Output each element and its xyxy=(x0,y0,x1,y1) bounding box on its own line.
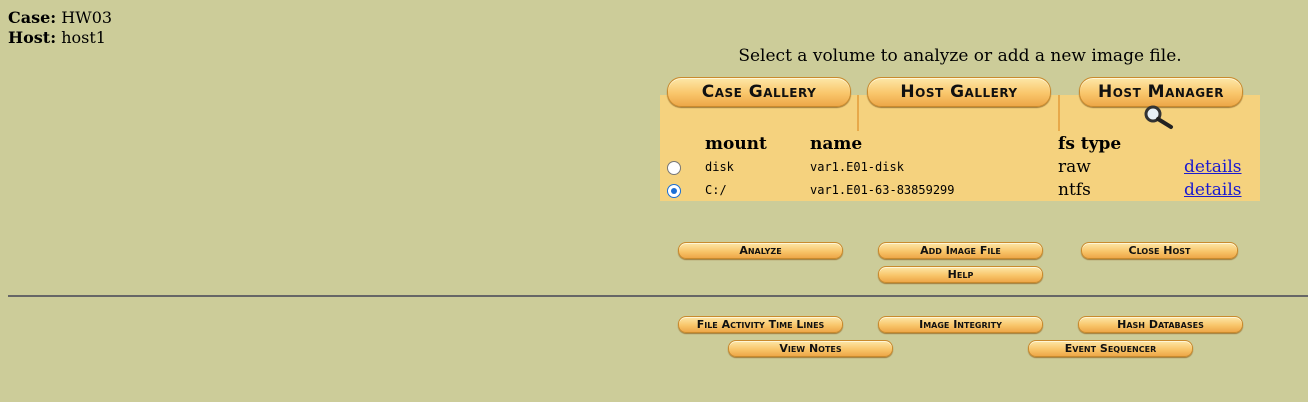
case-value: HW03 xyxy=(61,8,113,27)
tab-host-gallery[interactable]: Host Gallery xyxy=(867,77,1051,107)
hash-databases-button[interactable]: Hash Databases xyxy=(1078,316,1243,333)
details-link[interactable]: details xyxy=(1184,157,1242,177)
file-activity-timelines-button[interactable]: File Activity Time Lines xyxy=(678,316,843,333)
row-name: var1.E01-63-83859299 xyxy=(810,183,955,197)
volume-radio[interactable] xyxy=(667,161,681,175)
row-fstype: raw xyxy=(1058,157,1091,177)
host-line: Host: host1 xyxy=(8,28,112,48)
host-value: host1 xyxy=(61,28,106,47)
volume-radio[interactable] xyxy=(667,184,681,198)
row-fstype: ntfs xyxy=(1058,180,1091,200)
view-notes-button[interactable]: View Notes xyxy=(728,340,893,357)
image-integrity-button[interactable]: Image Integrity xyxy=(878,316,1043,333)
header-fstype: fs type xyxy=(1058,134,1122,154)
tab-case-gallery[interactable]: Case Gallery xyxy=(667,77,851,107)
row-mount: disk xyxy=(705,160,734,174)
magnifier-icon xyxy=(1144,105,1173,129)
row-mount: C:/ xyxy=(705,183,727,197)
header-name: name xyxy=(810,134,863,154)
tab-separator xyxy=(857,95,859,131)
row-name: var1.E01-disk xyxy=(810,160,904,174)
case-host-info: Case: HW03 Host: host1 xyxy=(8,8,112,48)
case-label: Case: xyxy=(8,8,57,27)
page-prompt: Select a volume to analyze or add a new … xyxy=(738,46,1182,66)
help-button[interactable]: Help xyxy=(878,266,1043,283)
add-image-file-button[interactable]: Add Image File xyxy=(878,242,1043,259)
header-mount: mount xyxy=(705,134,767,154)
event-sequencer-button[interactable]: Event Sequencer xyxy=(1028,340,1193,357)
divider xyxy=(8,295,1308,297)
tab-host-manager[interactable]: Host Manager xyxy=(1079,77,1243,107)
volume-table: mount name fs type disk var1.E01-disk ra… xyxy=(660,131,1260,201)
close-host-button[interactable]: Close Host xyxy=(1081,242,1238,259)
details-link[interactable]: details xyxy=(1184,180,1242,200)
case-line: Case: HW03 xyxy=(8,8,112,28)
host-label: Host: xyxy=(8,28,57,47)
analyze-button[interactable]: Analyze xyxy=(678,242,843,259)
tab-separator xyxy=(1058,95,1060,131)
